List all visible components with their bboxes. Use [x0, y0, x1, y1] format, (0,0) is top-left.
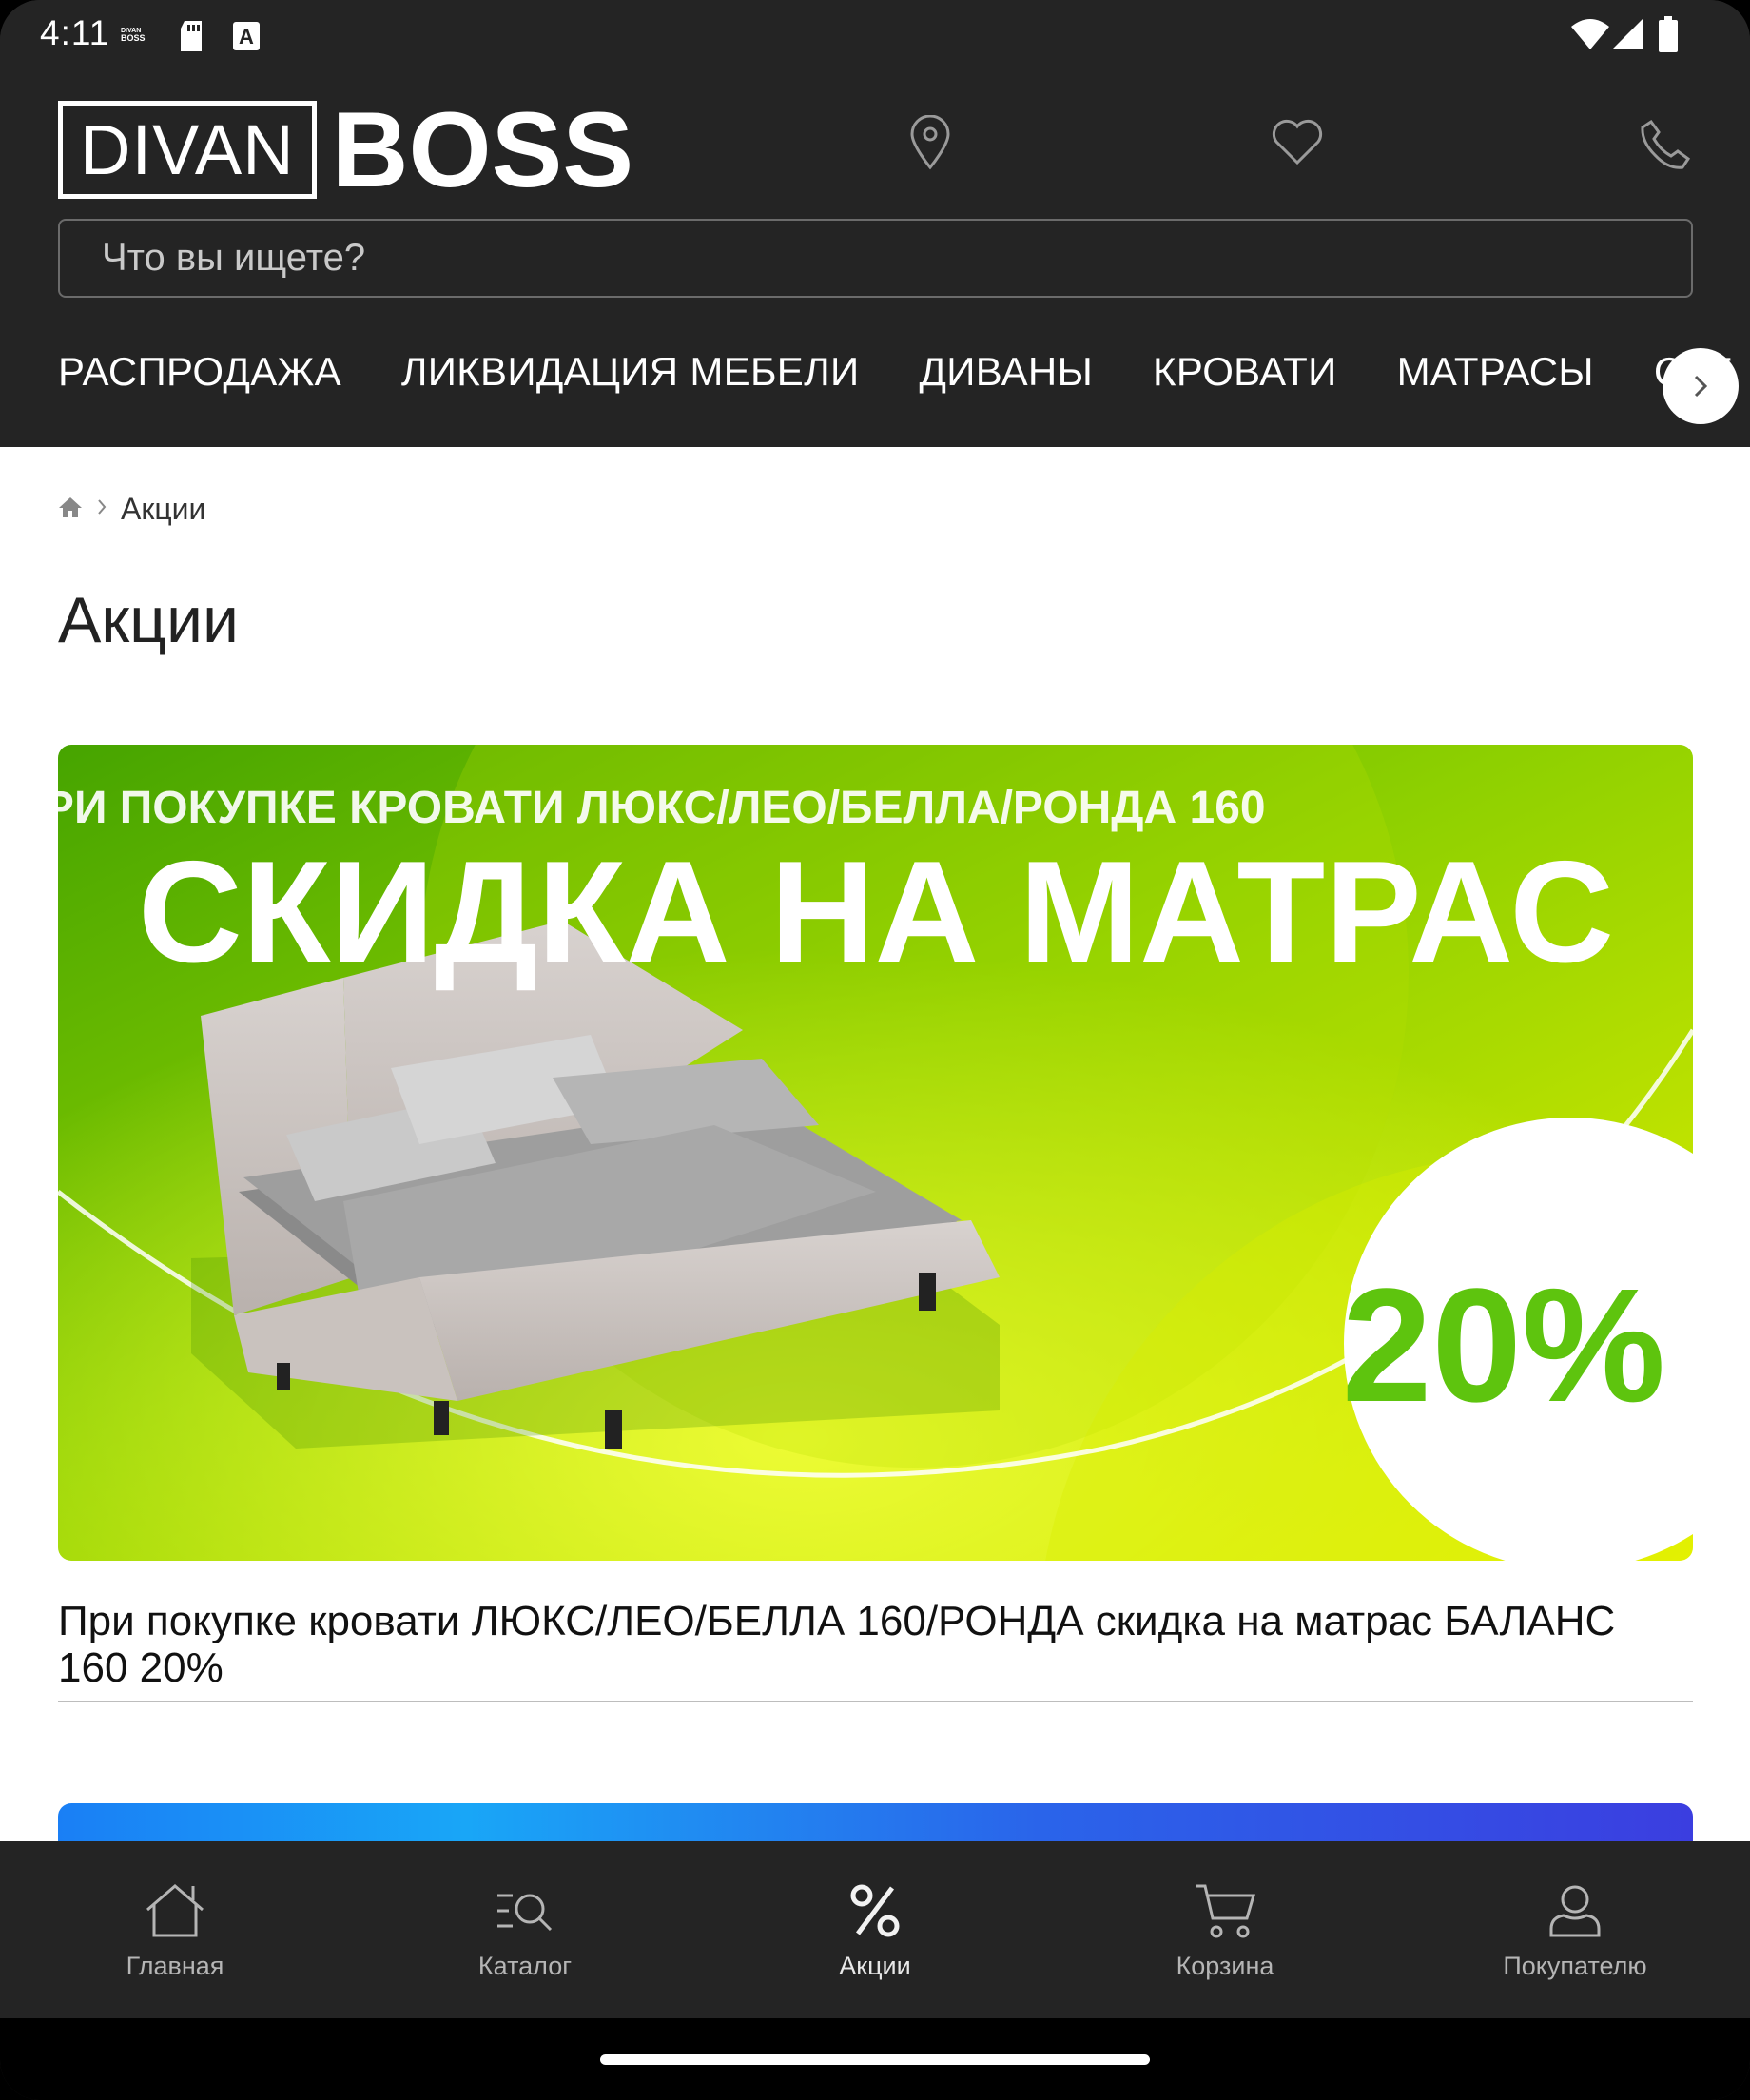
bottom-nav-label: Акции	[839, 1952, 911, 1980]
sd-card-icon	[179, 21, 204, 56]
bottom-nav-label: Главная	[126, 1952, 224, 1980]
bottom-nav-catalog[interactable]: Каталог	[350, 1841, 700, 2018]
home-gesture-handle[interactable]	[600, 2054, 1150, 2065]
breadcrumb: Акции	[58, 490, 205, 528]
bottom-nav-label: Покупателю	[1503, 1952, 1647, 1980]
bottom-nav-customer[interactable]: Покупателю	[1400, 1841, 1750, 2018]
heart-icon[interactable]	[1271, 119, 1324, 171]
status-bar: 4:11 DIVAN BOSS A	[0, 0, 1750, 69]
svg-text:A: A	[239, 25, 254, 49]
phone-icon[interactable]	[1640, 119, 1691, 175]
catalog-search-icon	[496, 1881, 554, 1940]
search-field[interactable]	[58, 219, 1693, 298]
home-icon[interactable]	[58, 496, 83, 523]
wifi-icon	[1571, 19, 1609, 54]
svg-text:BOSS: BOSS	[121, 33, 146, 43]
bottom-nav: Главная Каталог Акции Корзина Покупателю	[0, 1841, 1750, 2018]
battery-icon	[1659, 16, 1678, 57]
logo-box: DIVAN	[58, 101, 317, 199]
bottom-nav-promotions[interactable]: Акции	[700, 1841, 1050, 2018]
promo-title[interactable]: При покупке кровати ЛЮКС/ЛЕО/БЕЛЛА 160/Р…	[58, 1598, 1694, 1691]
bottom-nav-label: Корзина	[1176, 1952, 1274, 1980]
text-a-icon: A	[233, 22, 260, 55]
status-time: 4:11	[40, 13, 110, 52]
promo-banner-line2: СКИДКА НА МАТРАС	[138, 831, 1614, 993]
page-title: Акции	[58, 584, 240, 656]
promo-badge-text: 20%	[1342, 1255, 1665, 1436]
logo-text: BOSS	[331, 89, 634, 209]
brand-logo[interactable]: DIVAN BOSS	[58, 96, 633, 203]
signal-icon	[1612, 19, 1643, 54]
home-icon	[144, 1881, 206, 1940]
category-item-sale[interactable]: РАСПРОДАЖА	[58, 352, 341, 392]
category-item-beds[interactable]: КРОВАТИ	[1153, 352, 1337, 392]
divan-boss-notification-icon: DIVAN BOSS	[119, 26, 155, 48]
category-item-sofas[interactable]: ДИВАНЫ	[919, 352, 1093, 392]
user-icon	[1547, 1881, 1603, 1940]
category-item-clearance[interactable]: ЛИКВИДАЦИЯ МЕБЕЛИ	[401, 352, 860, 392]
promo-banner[interactable]: 20% ПРИ ПОКУПКЕ КРОВАТИ ЛЮКС/ЛЕО/БЕЛЛА/Р…	[58, 745, 1693, 1561]
system-gesture-area	[0, 2018, 1750, 2100]
location-pin-icon[interactable]	[909, 114, 951, 175]
app-header: DIVAN BOSS РАСПРОДАЖА ЛИКВИДАЦИЯ МЕБЕЛИ …	[0, 69, 1750, 447]
device-screen: 4:11 DIVAN BOSS A DIVAN BOSS Что вы ищет…	[0, 0, 1750, 2100]
promo-divider	[58, 1701, 1693, 1702]
search-input[interactable]	[60, 221, 1691, 296]
promo-banner-image: 20% ПРИ ПОКУПКЕ КРОВАТИ ЛЮКС/ЛЕО/БЕЛЛА/Р…	[58, 745, 1693, 1561]
promo-banner-line1: ПРИ ПОКУПКЕ КРОВАТИ ЛЮКС/ЛЕО/БЕЛЛА/РОНДА…	[58, 783, 1266, 833]
category-item-mattresses[interactable]: МАТРАСЫ	[1397, 352, 1594, 392]
breadcrumb-current: Акции	[121, 491, 206, 526]
cart-icon	[1194, 1881, 1256, 1940]
category-scroll-next-button[interactable]	[1662, 348, 1739, 424]
breadcrumb-separator-icon	[96, 497, 107, 521]
bottom-nav-cart[interactable]: Корзина	[1050, 1841, 1400, 2018]
main-content: Акции Акции 20% ПРИ ПОКУПКЕ КРОВАТИ ЛЮКС…	[0, 447, 1750, 1841]
category-nav: РАСПРОДАЖА ЛИКВИДАЦИЯ МЕБЕЛИ ДИВАНЫ КРОВ…	[0, 352, 1750, 447]
bottom-nav-home[interactable]: Главная	[0, 1841, 350, 2018]
percent-icon	[848, 1881, 902, 1940]
chevron-right-icon	[1694, 375, 1708, 398]
promo-banner-next[interactable]	[58, 1803, 1693, 1841]
bottom-nav-label: Каталог	[477, 1952, 573, 1980]
